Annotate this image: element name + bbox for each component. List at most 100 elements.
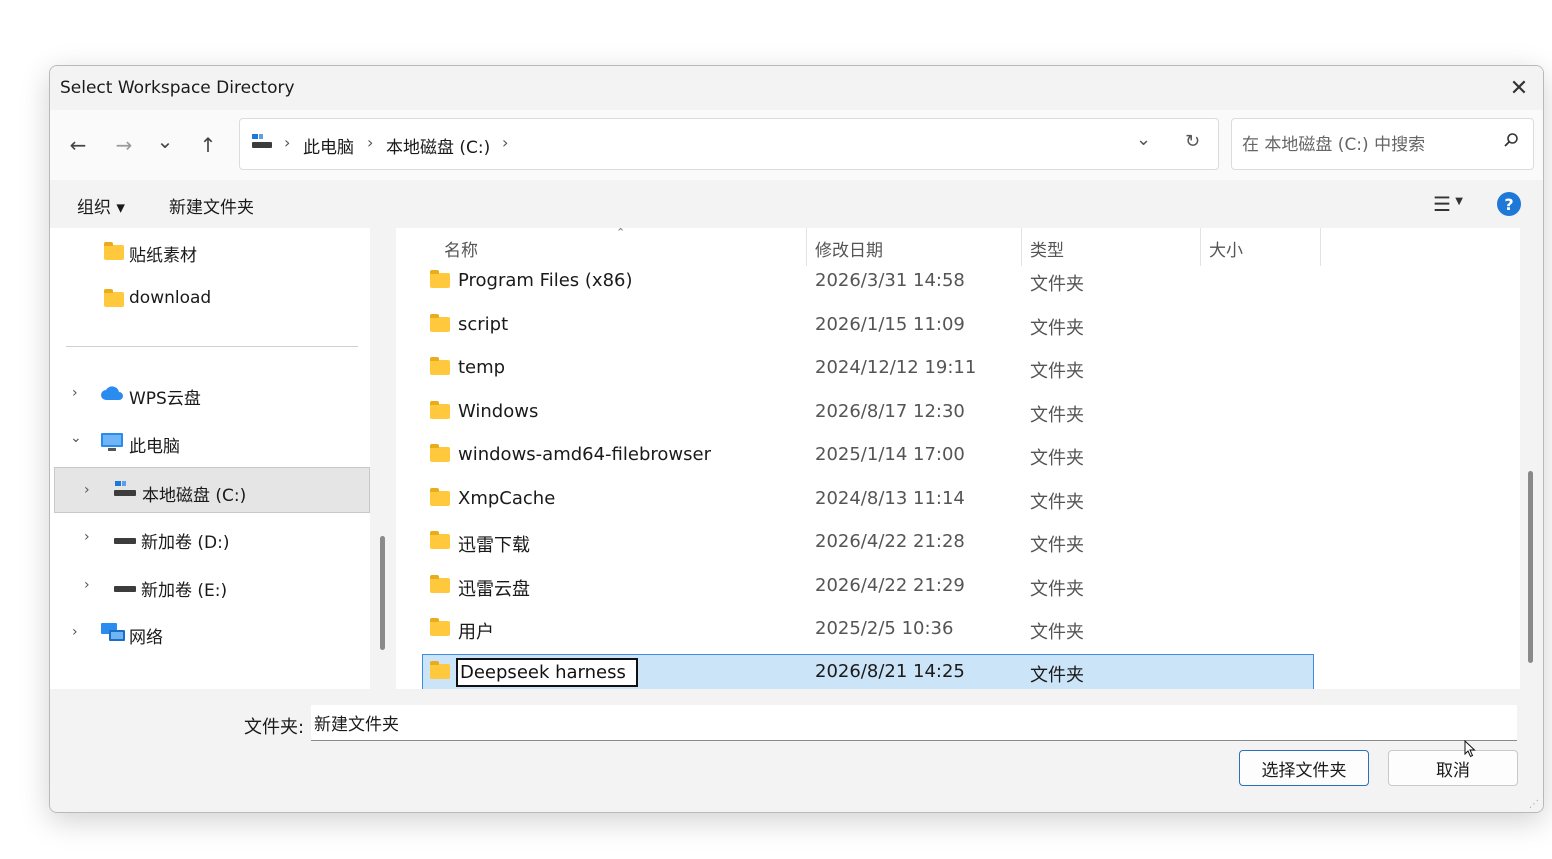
file-type: 文件夹 (1030, 622, 1084, 643)
file-name: Program Files (x86) (458, 270, 633, 291)
drive-icon (113, 531, 137, 552)
breadcrumb-separator: › (284, 133, 291, 152)
file-row[interactable]: 迅雷下载 2026/4/22 21:28 文件夹 (422, 524, 1314, 561)
file-name: script (458, 314, 509, 335)
command-bar: 组织 ▾ 新建文件夹 ☰ ▼ ? (50, 180, 1543, 228)
sidebar-item-local-disk-c[interactable]: › 本地磁盘 (C:) (54, 467, 370, 513)
help-icon[interactable]: ? (1497, 192, 1521, 216)
breadcrumb-separator: › (367, 133, 374, 152)
file-row[interactable]: windows-amd64-filebrowser 2025/1/14 17:0… (422, 437, 1314, 474)
folder-icon (430, 314, 450, 336)
back-arrow-icon[interactable]: ← (63, 130, 93, 160)
mouse-cursor-icon (1464, 739, 1476, 762)
file-row-selected[interactable]: 2026/8/21 14:25 文件夹 (422, 654, 1314, 689)
column-header-type[interactable]: 类型 (1030, 236, 1064, 261)
file-row[interactable]: 迅雷云盘 2026/4/22 21:29 文件夹 (422, 568, 1314, 605)
sidebar-item-volume-e[interactable]: › 新加卷 (E:) (54, 563, 370, 609)
file-type: 文件夹 (1030, 579, 1084, 600)
up-arrow-icon[interactable]: ↑ (193, 130, 223, 160)
file-name: 迅雷下载 (458, 535, 530, 556)
expand-chevron-icon[interactable]: › (84, 482, 90, 498)
file-type: 文件夹 (1030, 492, 1084, 513)
column-divider[interactable] (806, 228, 807, 266)
expand-chevron-icon[interactable]: › (84, 577, 90, 593)
sidebar-item-volume-d[interactable]: › 新加卷 (D:) (54, 515, 370, 561)
file-type: 文件夹 (1030, 535, 1084, 556)
folder-icon (430, 618, 450, 640)
sidebar-item-download[interactable]: download (54, 275, 370, 321)
sidebar-item-label: 新加卷 (D:) (141, 533, 230, 553)
cancel-button[interactable]: 取消 (1388, 750, 1518, 786)
file-list-scrollbar[interactable] (1528, 471, 1533, 663)
search-input[interactable] (1240, 131, 1494, 159)
folder-icon (104, 289, 124, 312)
search-box (1231, 118, 1534, 170)
folder-icon (430, 661, 450, 683)
column-divider[interactable] (1021, 228, 1022, 266)
select-folder-button[interactable]: 选择文件夹 (1239, 750, 1369, 786)
file-date: 2026/4/22 21:28 (815, 531, 965, 552)
view-options-icon[interactable]: ☰ (1433, 192, 1451, 216)
breadcrumb-this-pc[interactable]: 此电脑 (303, 133, 354, 158)
collapse-chevron-icon[interactable]: ⌄ (70, 430, 82, 446)
window-title: Select Workspace Directory (60, 78, 295, 98)
file-name: XmpCache (458, 488, 556, 509)
forward-arrow-icon[interactable]: → (109, 130, 139, 160)
file-list: ⌃ 名称 修改日期 类型 大小 Program Files (x86) 2026… (396, 228, 1520, 689)
file-row[interactable]: XmpCache 2024/8/13 11:14 文件夹 (422, 481, 1314, 518)
title-bar: Select Workspace Directory ✕ (50, 66, 1543, 110)
cloud-icon (100, 385, 124, 406)
column-divider[interactable] (1320, 228, 1321, 266)
file-name: 用户 (458, 622, 494, 643)
sidebar-item-label: 新加卷 (E:) (141, 581, 228, 601)
folder-icon (430, 531, 450, 553)
file-type: 文件夹 (1030, 448, 1084, 469)
expand-chevron-icon[interactable]: › (72, 385, 78, 401)
sidebar-item-sticker-assets[interactable]: 贴纸素材 (54, 228, 370, 274)
folder-icon (430, 270, 450, 292)
file-row[interactable]: 用户 2025/2/5 10:36 文件夹 (422, 611, 1314, 648)
sidebar-item-label: 网络 (129, 628, 163, 648)
file-row[interactable]: temp 2024/12/12 19:11 文件夹 (422, 350, 1314, 387)
file-date: 2024/12/12 19:11 (815, 357, 977, 378)
new-folder-button[interactable]: 新建文件夹 (169, 193, 254, 218)
address-history-chevron-icon[interactable]: ⌄ (1136, 129, 1151, 150)
breadcrumb-local-disk-c[interactable]: 本地磁盘 (C:) (386, 133, 490, 158)
file-type: 文件夹 (1030, 405, 1084, 426)
folder-icon (430, 488, 450, 510)
column-header-name[interactable]: 名称 (444, 236, 478, 261)
sidebar-item-label: 贴纸素材 (129, 246, 197, 266)
close-icon[interactable]: ✕ (1505, 74, 1533, 102)
view-options-chevron-icon[interactable]: ▼ (1455, 196, 1463, 207)
organize-button[interactable]: 组织 ▾ (77, 193, 125, 218)
file-date: 2026/3/31 14:58 (815, 270, 965, 291)
sidebar-item-this-pc[interactable]: ⌄ 此电脑 (54, 419, 370, 465)
column-header-size[interactable]: 大小 (1209, 236, 1243, 261)
drive-icon (113, 579, 137, 600)
expand-chevron-icon[interactable]: › (84, 529, 90, 545)
column-divider[interactable] (1200, 228, 1201, 266)
folder-name-input[interactable] (311, 705, 1517, 741)
search-icon[interactable] (1503, 132, 1519, 153)
sidebar-divider (66, 346, 358, 347)
file-row[interactable]: Windows 2026/8/17 12:30 文件夹 (422, 394, 1314, 431)
file-date: 2026/8/17 12:30 (815, 401, 965, 422)
sidebar-item-network[interactable]: › 网络 (54, 610, 370, 656)
address-bar[interactable]: › 此电脑 › 本地磁盘 (C:) › ⌄ ↻ (239, 118, 1219, 170)
folder-icon (430, 444, 450, 466)
file-row[interactable]: Program Files (x86) 2026/3/31 14:58 文件夹 (422, 263, 1314, 300)
rename-input[interactable] (456, 658, 638, 687)
sidebar-scrollbar[interactable] (380, 536, 385, 650)
navigation-pane: 贴纸素材 download › WPS云盘 ⌄ 此电脑 › 本地磁盘 (C:) … (50, 228, 370, 689)
recent-locations-chevron-icon[interactable]: ⌄ (150, 126, 180, 156)
file-row[interactable]: script 2026/1/15 11:09 文件夹 (422, 307, 1314, 344)
file-name: 迅雷云盘 (458, 579, 530, 600)
file-name: windows-amd64-filebrowser (458, 444, 711, 465)
sidebar-item-wps-cloud[interactable]: › WPS云盘 (54, 371, 370, 417)
refresh-icon[interactable]: ↻ (1185, 131, 1200, 152)
resize-grip-icon[interactable]: ⋰ (1529, 799, 1539, 810)
folder-icon (430, 401, 450, 423)
expand-chevron-icon[interactable]: › (72, 624, 78, 640)
column-header-date[interactable]: 修改日期 (815, 236, 883, 261)
sidebar-item-label: download (129, 288, 212, 308)
